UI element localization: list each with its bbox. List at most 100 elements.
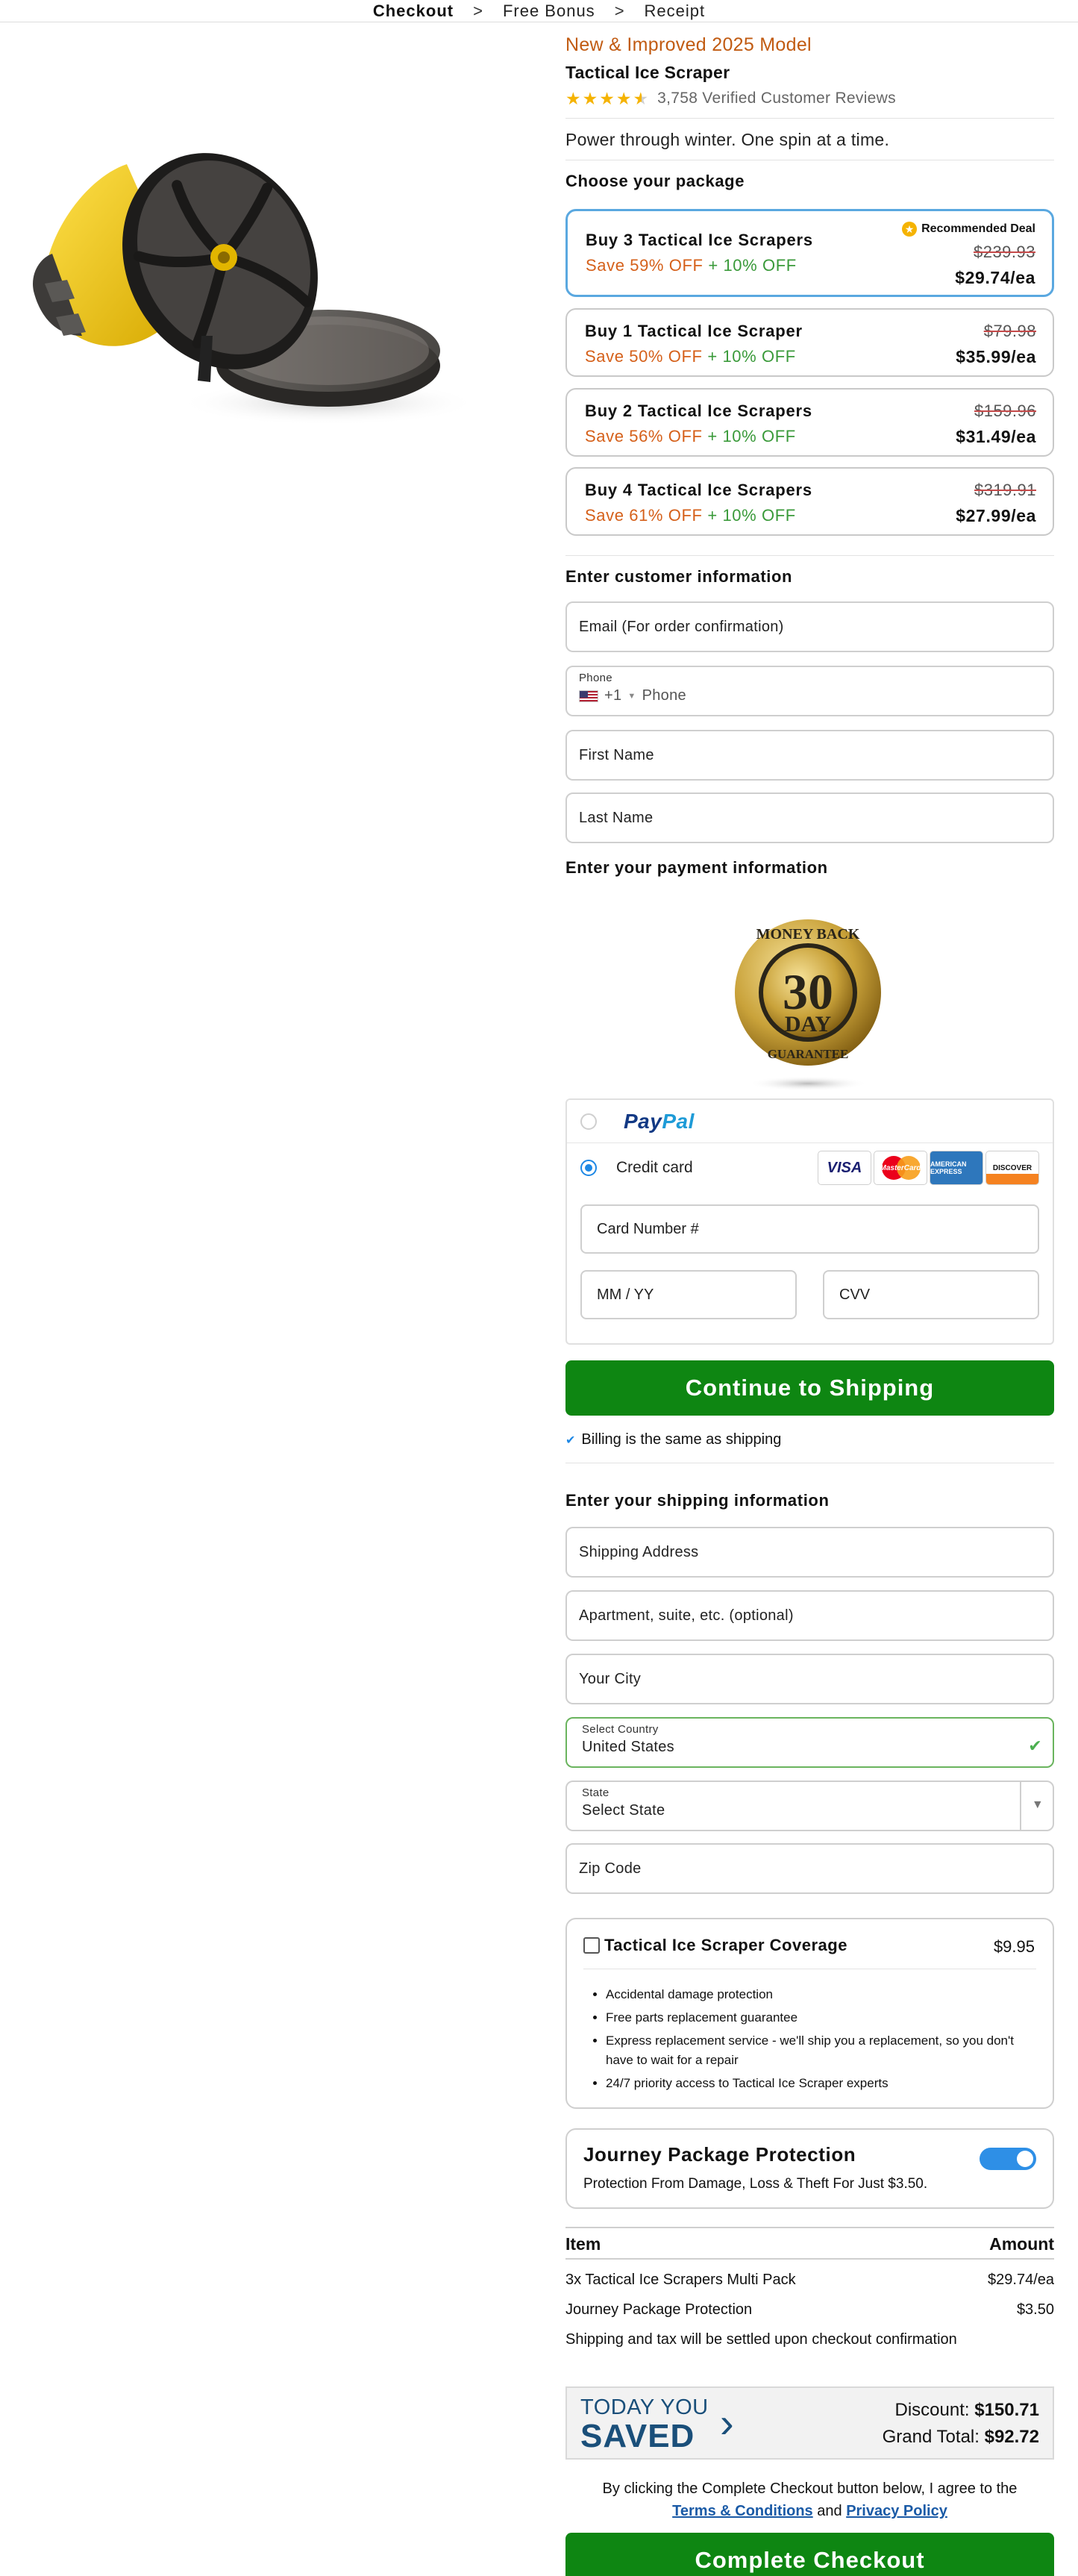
discover-icon: DISCOVER [985,1151,1039,1185]
billing-same-checkbox[interactable]: ✔ Billing is the same as shipping [565,1431,781,1448]
divider [565,118,1054,119]
savings-today: TODAY YOU [580,2395,709,2419]
city-field[interactable]: Your City [565,1654,1054,1704]
payment-heading: Enter your payment information [565,858,828,877]
last-name-field[interactable]: Last Name [565,793,1054,843]
recommended-badge: ★ Recommended Deal [902,222,1035,237]
breadcrumb-separator: > [614,1,625,20]
list-item: Accidental damage protection [606,1985,1031,2004]
billing-same-label: Billing is the same as shipping [581,1431,782,1448]
mastercard-icon: MasterCard [874,1151,927,1185]
package-option-1[interactable]: Buy 1 Tactical Ice Scraper Save 50% OFF … [565,308,1054,377]
us-flag-icon[interactable] [579,690,598,702]
package-savings: Save 56% OFF + 10% OFF [585,427,796,446]
credit-card-label: Credit card [616,1159,693,1176]
state-select[interactable]: State Select State ▼ [565,1781,1054,1831]
coverage-price: $9.95 [993,1937,1035,1956]
breadcrumb-separator: > [473,1,483,20]
package-title: Buy 2 Tactical Ice Scrapers [585,401,812,420]
phone-label: Phone [579,672,612,684]
amex-icon: AMERICAN EXPRESS [930,1151,983,1185]
discount-line: Discount: $150.71 [894,2400,1039,2420]
phone-placeholder: Phone [642,687,686,704]
package-option-3[interactable]: ★ Recommended Deal Buy 3 Tactical Ice Scr… [565,209,1054,297]
card-logos: VISA MasterCard AMERICAN EXPRESS DISCOVE… [818,1151,1039,1185]
list-item: 24/7 priority access to Tactical Ice Scr… [606,2074,1031,2093]
privacy-link[interactable]: Privacy Policy [846,2503,947,2519]
package-option-4[interactable]: Buy 4 Tactical Ice Scrapers Save 61% OFF… [565,467,1054,536]
svg-text:GUARANTEE: GUARANTEE [768,1047,849,1061]
package-savings: Save 50% OFF + 10% OFF [585,347,796,366]
tagline: Power through winter. One spin at a time… [565,130,890,149]
credit-card-option[interactable]: Credit card VISA MasterCard AMERICAN EXP… [567,1143,1053,1192]
state-label: State [582,1786,609,1799]
divider [565,555,1054,556]
complete-checkout-button[interactable]: Complete Checkout [565,2533,1054,2576]
package-price: $31.49/ea [956,427,1036,446]
continue-to-shipping-button[interactable]: Continue to Shipping [565,1360,1054,1416]
package-option-2[interactable]: Buy 2 Tactical Ice Scrapers Save 56% OFF… [565,388,1054,457]
package-old-price: $319.91 [974,481,1036,499]
state-value: Select State [582,1802,665,1819]
svg-text:MONEY BACK: MONEY BACK [756,926,860,942]
package-title: Buy 3 Tactical Ice Scrapers [586,231,813,249]
star-icon: ★ [902,222,918,237]
paypal-radio[interactable] [580,1113,597,1130]
coverage-checkbox[interactable] [583,1937,600,1954]
star-icon: ★ [599,88,615,108]
chevron-right-icon: › [720,2399,734,2446]
email-field[interactable]: Email (For order confirmation) [565,601,1054,652]
star-icon: ★ [582,88,598,108]
chevron-down-icon[interactable]: ▼ [1032,1798,1044,1812]
summary-header: Item Amount [565,2227,1054,2260]
apartment-field[interactable]: Apartment, suite, etc. (optional) [565,1590,1054,1641]
half-star-icon: ★ [633,88,649,108]
grand-total-line: Grand Total: $92.72 [882,2427,1039,2447]
card-number-field[interactable]: Card Number # [580,1204,1039,1254]
review-count: 3,758 Verified Customer Reviews [657,90,896,107]
coverage-title: Tactical Ice Scraper Coverage [604,1936,847,1954]
zip-field[interactable]: Zip Code [565,1843,1054,1894]
savings-banner: TODAY YOU SAVED › Discount: $150.71 Gran… [565,2386,1054,2460]
breadcrumb-receipt[interactable]: Receipt [645,1,706,21]
visa-icon: VISA [818,1151,871,1185]
coverage-offer: Tactical Ice Scraper Coverage $9.95 Acci… [565,1918,1054,2109]
shipping-heading: Enter your shipping information [565,1491,830,1510]
paypal-option[interactable]: PayPal [567,1100,1053,1143]
breadcrumb-checkout[interactable]: Checkout [373,1,454,21]
check-icon: ✔ [1028,1736,1042,1755]
chevron-down-icon[interactable]: ▼ [627,692,636,701]
savings-saved: SAVED [580,2418,695,2454]
breadcrumb-free-bonus[interactable]: Free Bonus [503,1,595,21]
protection-subtitle: Protection From Damage, Loss & Theft For… [583,2176,928,2192]
customer-heading: Enter customer information [565,567,793,586]
model-tag: New & Improved 2025 Model [565,34,812,55]
terms-link[interactable]: Terms & Conditions [672,2503,813,2519]
credit-card-radio[interactable] [580,1160,597,1176]
money-back-guarantee-badge: MONEY BACK 30 DAY GUARANTEE [735,919,881,1091]
package-heading: Choose your package [565,172,745,190]
phone-field[interactable]: Phone +1 ▼ Phone [565,666,1054,716]
package-price: $27.99/ea [956,506,1036,525]
paypal-logo: PayPal [624,1109,695,1133]
package-savings: Save 61% OFF + 10% OFF [585,506,796,525]
package-old-price: $239.93 [973,243,1035,261]
package-price: $35.99/ea [956,347,1036,366]
package-savings: Save 59% OFF + 10% OFF [586,256,797,275]
package-old-price: $79.98 [983,322,1036,340]
payment-methods: PayPal Credit card VISA MasterCard AMERI… [565,1098,1054,1345]
protection-toggle[interactable] [980,2148,1036,2170]
cvv-field[interactable]: CVV [823,1270,1039,1319]
star-icon: ★ [565,88,581,108]
svg-text:DAY: DAY [785,1012,832,1037]
expiry-field[interactable]: MM / YY [580,1270,797,1319]
list-item: Express replacement service - we'll ship… [606,2031,1031,2070]
country-value: United States [582,1739,674,1755]
first-name-field[interactable]: First Name [565,730,1054,781]
package-title: Buy 4 Tactical Ice Scrapers [585,481,812,499]
star-icon: ★ [615,88,632,108]
check-icon[interactable]: ✔ [565,1433,575,1448]
shipping-address-field[interactable]: Shipping Address [565,1527,1054,1578]
column-header-amount: Amount [989,2234,1054,2254]
country-select[interactable]: Select Country United States ✔ [565,1717,1054,1768]
